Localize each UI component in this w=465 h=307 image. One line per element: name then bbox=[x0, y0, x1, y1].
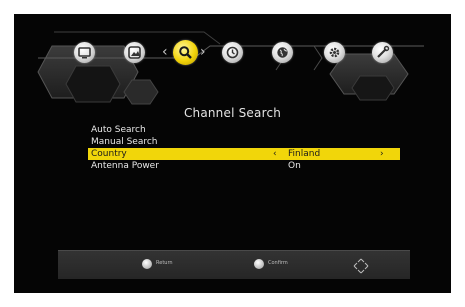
tv-screen: ‹ › Channel Search Auto Search Manual Se… bbox=[14, 14, 451, 293]
menu-item-antenna-power[interactable]: Antenna Power On bbox=[88, 160, 400, 172]
menu-item-country[interactable]: Country ‹ Finland › bbox=[88, 148, 400, 160]
clock-icon[interactable] bbox=[222, 42, 243, 63]
menu-item-auto-search[interactable]: Auto Search bbox=[88, 124, 400, 136]
confirm-button-icon[interactable] bbox=[254, 259, 264, 269]
dpad-icon bbox=[353, 258, 369, 274]
tools-icon[interactable] bbox=[372, 42, 393, 63]
menu-left-chevron[interactable]: ‹ bbox=[162, 45, 168, 59]
antenna-power-value: On bbox=[288, 161, 301, 171]
country-next-arrow[interactable]: › bbox=[380, 148, 384, 160]
country-value: Finland bbox=[288, 149, 321, 159]
menu-item-label: Auto Search bbox=[91, 125, 146, 135]
search-icon[interactable] bbox=[173, 40, 198, 65]
country-prev-arrow[interactable]: ‹ bbox=[273, 148, 277, 160]
menu-right-chevron[interactable]: › bbox=[200, 45, 206, 59]
confirm-label: Confirm bbox=[268, 260, 288, 266]
tv-icon[interactable] bbox=[74, 42, 95, 63]
page-title: Channel Search bbox=[183, 106, 282, 120]
menu-item-label: Country bbox=[91, 149, 127, 159]
menu-item-label: Antenna Power bbox=[91, 161, 159, 171]
picture-icon[interactable] bbox=[124, 42, 145, 63]
return-button-icon[interactable] bbox=[142, 259, 152, 269]
menu-item-label: Manual Search bbox=[91, 137, 158, 147]
menu-item-manual-search[interactable]: Manual Search bbox=[88, 136, 400, 148]
globe-icon[interactable] bbox=[272, 42, 293, 63]
return-label: Return bbox=[156, 260, 173, 266]
channel-search-menu: Auto Search Manual Search Country ‹ Finl… bbox=[88, 124, 400, 172]
gear-icon[interactable] bbox=[324, 42, 345, 63]
